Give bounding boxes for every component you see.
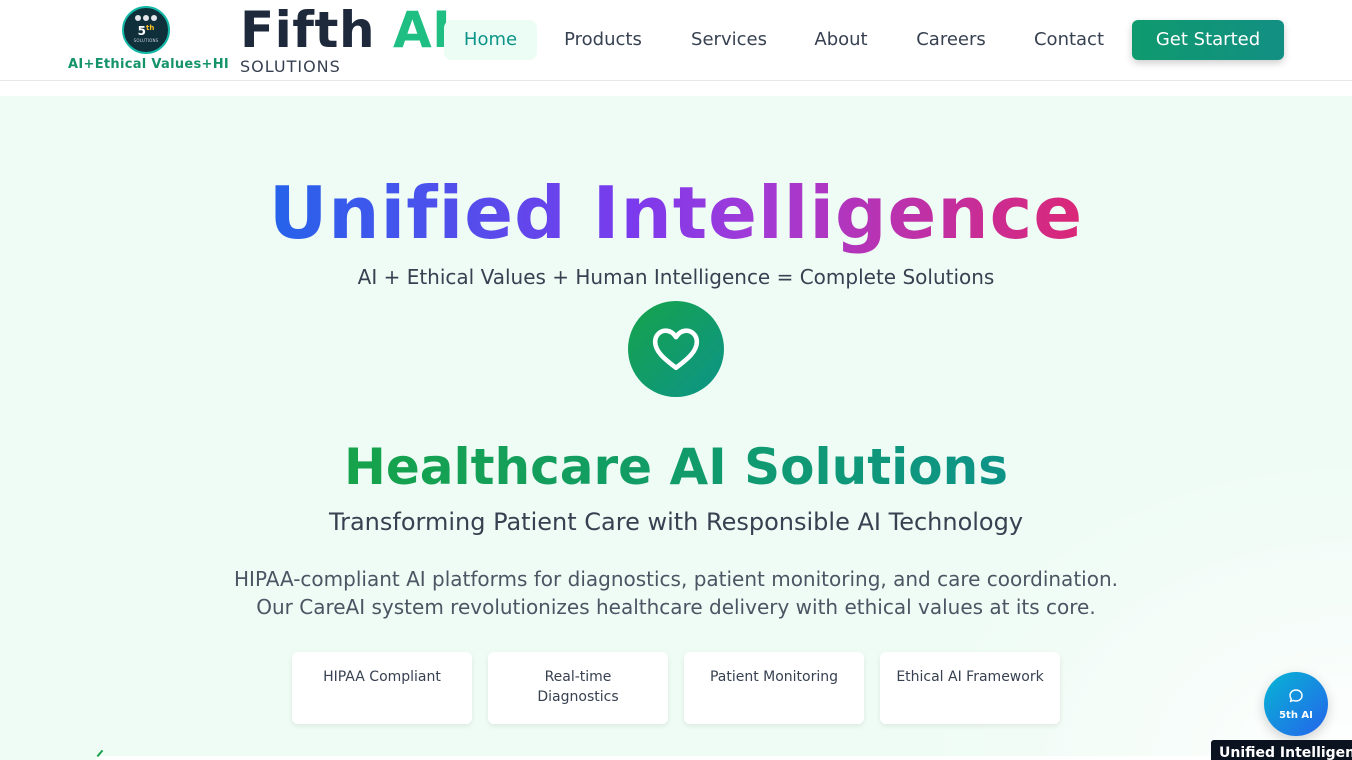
brand-name[interactable]: Fifth AI: [240, 2, 451, 58]
get-started-button[interactable]: Get Started: [1132, 20, 1284, 60]
brand-name-primary: Fifth: [240, 1, 376, 59]
next-section-edge: [96, 756, 1352, 760]
section-subtitle: Transforming Patient Care with Responsib…: [328, 508, 1024, 536]
nav-products[interactable]: Products: [550, 20, 656, 60]
group-people-icon: [135, 15, 157, 21]
nav-contact[interactable]: Contact: [1021, 20, 1117, 60]
feature-card-monitoring: Patient Monitoring: [684, 652, 864, 724]
brand-subtitle: SOLUTIONS: [240, 57, 341, 76]
nav-home[interactable]: Home: [444, 20, 537, 60]
logo-tagline: AI+Ethical Values+HI: [68, 57, 230, 72]
nav-services[interactable]: Services: [676, 20, 782, 60]
heart-icon: [628, 301, 724, 397]
hero-section: Unified Intelligence AI + Ethical Values…: [0, 96, 1352, 760]
chat-bubble-icon: [1289, 688, 1303, 702]
section-description: HIPAA-compliant AI platforms for diagnos…: [0, 565, 1352, 621]
hero-title: Unified Intelligence: [268, 171, 1084, 255]
chat-label: 5th AI: [1279, 709, 1313, 721]
logo-badge[interactable]: 5th SOLUTIONS: [122, 6, 170, 54]
nav-careers[interactable]: Careers: [901, 20, 1001, 60]
feature-card-diagnostics: Real-time Diagnostics: [488, 652, 668, 724]
description-line: HIPAA-compliant AI platforms for diagnos…: [234, 567, 1118, 591]
nav-about[interactable]: About: [801, 20, 881, 60]
chat-tooltip: Unified Intelligence: [1211, 740, 1352, 760]
section-title: Healthcare AI Solutions: [343, 438, 1009, 496]
brand-name-accent: AI: [392, 1, 452, 59]
feature-card-hipaa: HIPAA Compliant: [292, 652, 472, 724]
feature-card-ethical: Ethical AI Framework: [880, 652, 1060, 724]
site-header: 5th SOLUTIONS AI+Ethical Values+HI Fifth…: [0, 0, 1352, 81]
description-line: Our CareAI system revolutionizes healthc…: [256, 595, 1096, 619]
chat-button[interactable]: 5th AI: [1264, 672, 1328, 736]
logo-badge-text: SOLUTIONS: [133, 38, 159, 43]
logo-mark: 5th: [137, 24, 155, 38]
hero-tagline: AI + Ethical Values + Human Intelligence…: [357, 265, 995, 289]
